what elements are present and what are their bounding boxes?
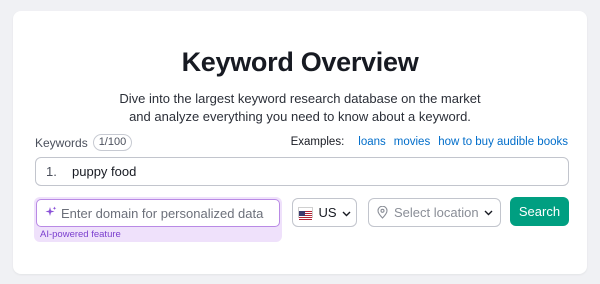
keywords-label: Keywords xyxy=(35,135,88,150)
location-select[interactable]: Select location xyxy=(368,198,501,227)
page-title: Keyword Overview xyxy=(181,47,419,77)
examples-label: Examples: xyxy=(290,136,345,148)
page-subtitle: Dive into the largest keyword research d… xyxy=(13,90,587,126)
examples-row: Examples: loans movies how to buy audibl… xyxy=(291,136,568,148)
subtitle-line-1: Dive into the largest keyword research d… xyxy=(119,91,481,106)
us-flag-icon xyxy=(298,207,314,220)
example-link-audible[interactable]: how to buy audible books xyxy=(438,136,568,148)
country-select[interactable]: US xyxy=(292,198,357,227)
domain-input[interactable]: Enter domain for personalized data xyxy=(36,199,280,227)
chevron-down-icon xyxy=(484,210,493,216)
subtitle-line-2: and analyze everything you need to know … xyxy=(129,109,471,124)
keyword-value[interactable]: puppy food xyxy=(72,164,136,179)
keywords-count-badge: 1/100 xyxy=(92,134,133,151)
keyword-line-number: 1. xyxy=(46,164,57,179)
sparkle-icon xyxy=(45,206,57,221)
location-pin-icon xyxy=(377,206,388,219)
example-link-loans[interactable]: loans xyxy=(358,136,386,148)
keyword-overview-card: Keyword Overview Dive into the largest k… xyxy=(13,11,587,274)
search-button[interactable]: Search xyxy=(510,197,569,226)
chevron-down-icon xyxy=(342,205,351,220)
location-placeholder: Select location xyxy=(394,205,479,220)
ai-domain-container: Enter domain for personalized data AI-po… xyxy=(34,197,282,242)
ai-powered-note: AI-powered feature xyxy=(40,229,121,240)
country-code: US xyxy=(318,205,337,220)
keyword-input[interactable]: 1. puppy food xyxy=(35,157,569,186)
domain-placeholder: Enter domain for personalized data xyxy=(61,205,264,221)
example-link-movies[interactable]: movies xyxy=(394,136,430,148)
keywords-label-row: Keywords 1/100 xyxy=(35,134,133,151)
